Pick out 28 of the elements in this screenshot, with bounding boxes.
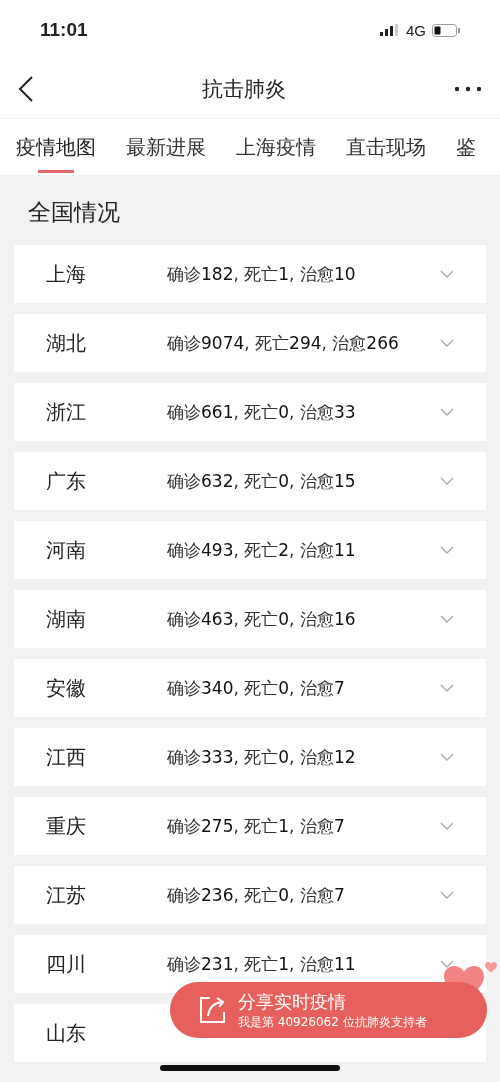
region-stats: 确诊275, 死亡1, 治愈7 [167, 814, 346, 838]
region-stats: 确诊231, 死亡1, 治愈11 [167, 952, 357, 976]
network-label: 4G [406, 21, 426, 39]
region-name: 重庆 [46, 812, 87, 840]
region-name: 河南 [46, 536, 87, 564]
region-stats: 确诊182, 死亡1, 治愈10 [167, 262, 357, 286]
region-stats: 确诊632, 死亡0, 治愈15 [167, 469, 357, 493]
region-stats: 确诊9074, 死亡294, 治愈266 [167, 331, 400, 355]
region-name: 广东 [46, 467, 87, 495]
region-stats: 确诊236, 死亡0, 治愈7 [167, 883, 346, 907]
status-time: 11:01 [40, 19, 88, 41]
region-name: 湖南 [46, 605, 87, 633]
region-name: 湖北 [46, 329, 87, 357]
section-title: 全国情况 [27, 198, 121, 227]
region-name: 上海 [46, 260, 87, 288]
region-name: 江苏 [46, 881, 87, 909]
share-subtitle: 我是第 40926062 位抗肺炎支持者 [238, 1013, 427, 1031]
region-stats: 确诊463, 死亡0, 治愈16 [167, 607, 357, 631]
region-name: 四川 [46, 950, 87, 978]
page-title: 抗击肺炎 [202, 76, 286, 103]
region-stats: 确诊340, 死亡0, 治愈7 [167, 676, 346, 700]
region-stats: 确诊661, 死亡0, 治愈33 [167, 400, 357, 424]
region-name: 浙江 [46, 398, 87, 426]
region-name: 江西 [46, 743, 87, 771]
region-stats: 确诊493, 死亡2, 治愈11 [167, 538, 357, 562]
region-name: 山东 [46, 1019, 87, 1047]
region-name: 安徽 [46, 674, 87, 702]
region-stats: 确诊333, 死亡0, 治愈12 [167, 745, 357, 769]
